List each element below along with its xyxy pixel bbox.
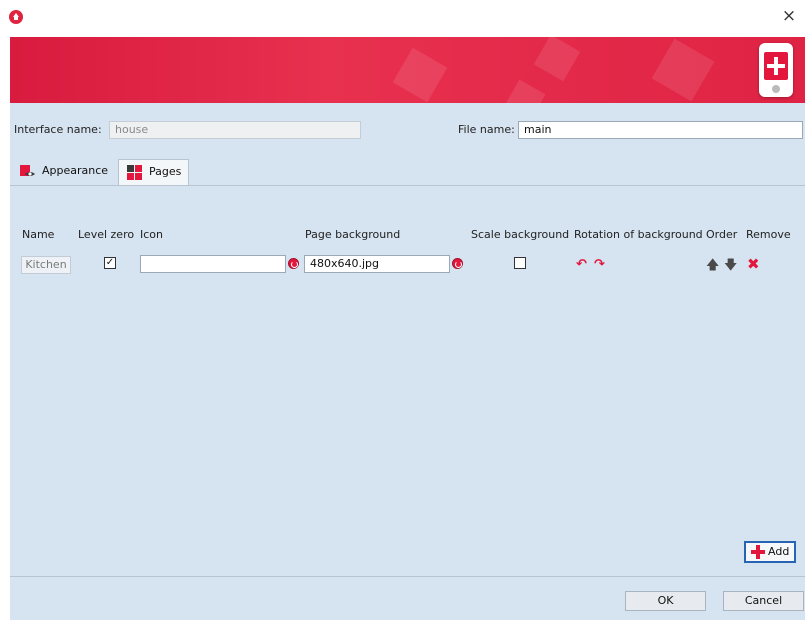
rotate-left-icon[interactable]: ↶ [576, 257, 587, 272]
page-background-input[interactable]: 480x640.jpg [304, 255, 450, 273]
column-header-order: Order [706, 228, 738, 241]
column-header-level-zero: Level zero [78, 228, 135, 241]
decorative-cube [651, 38, 715, 102]
ok-button[interactable]: OK [625, 591, 706, 611]
decorative-cube [533, 37, 581, 82]
column-header-remove: Remove [746, 228, 791, 241]
level-zero-checkbox[interactable]: ✓ [104, 257, 116, 269]
plus-icon [751, 545, 765, 559]
interface-name-label: Interface name: [14, 123, 102, 136]
close-button[interactable]: × [779, 6, 799, 26]
tab-appearance-label: Appearance [42, 164, 109, 177]
cancel-button[interactable]: Cancel [723, 591, 804, 611]
icon-reset-icon[interactable] [288, 258, 299, 269]
column-header-page-background: Page background [305, 228, 401, 241]
tab-appearance[interactable]: Appearance [12, 159, 116, 184]
add-button-label: Add [768, 545, 790, 558]
tab-divider [10, 185, 805, 186]
move-up-icon[interactable]: 🡅 [706, 256, 719, 278]
file-name-input[interactable]: main [518, 121, 803, 139]
scale-background-checkbox[interactable] [514, 257, 526, 269]
decorative-cube [392, 47, 448, 103]
file-name-label: File name: [458, 123, 515, 136]
title-bar: × [0, 0, 805, 37]
header-banner [10, 37, 805, 103]
pages-icon [127, 165, 142, 180]
background-reset-icon[interactable] [452, 258, 463, 269]
column-header-icon: Icon [140, 228, 163, 241]
column-header-rotation: Rotation of background [574, 228, 703, 241]
column-header-name: Name [22, 228, 55, 241]
column-header-scale-background: Scale background [471, 228, 570, 241]
footer-divider [10, 576, 805, 577]
remove-icon[interactable]: ✖ [747, 255, 760, 273]
page-name-field[interactable]: Kitchen [21, 256, 71, 274]
interface-name-field: house [109, 121, 361, 139]
add-page-button[interactable]: Add [744, 541, 796, 563]
icon-input[interactable] [140, 255, 286, 273]
rotate-right-icon[interactable]: ↷ [594, 257, 605, 272]
tab-pages-label: Pages [149, 165, 182, 178]
decorative-cube [504, 79, 546, 103]
appearance-icon [20, 165, 35, 176]
move-down-icon[interactable]: 🡇 [724, 256, 737, 278]
home-icon [9, 10, 23, 24]
tab-pages[interactable]: Pages [118, 159, 189, 185]
phone-plus-icon [759, 43, 793, 97]
